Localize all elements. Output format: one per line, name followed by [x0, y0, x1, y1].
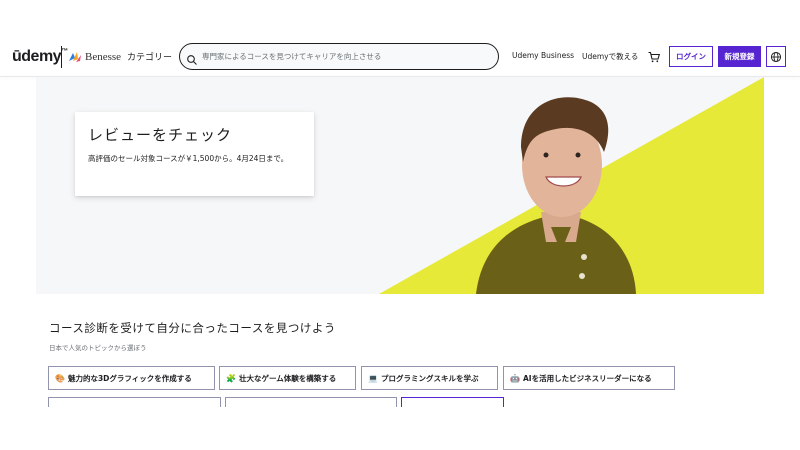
udemy-business-link[interactable]: Udemy Business [512, 51, 574, 60]
laptop-icon: 💻 [368, 373, 378, 383]
topic-chip-partial[interactable] [48, 397, 221, 407]
top-header: ūdemy™ Benesse カテゴリー Udemy Business Udem… [0, 38, 800, 76]
section-subtitle: 日本で人気のトピックから選ぼう [49, 344, 147, 352]
promo-title: レビューをチェック [88, 126, 233, 144]
search-icon [186, 51, 198, 65]
promo-text: 高評価のセール対象コースが￥1,500から。4月24日まで。 [88, 154, 289, 163]
palette-icon: 🎨 [55, 373, 65, 383]
topic-chip[interactable]: 🎨 魅力的な3Dグラフィックを作成する [48, 366, 215, 390]
benesse-mark-icon [69, 52, 81, 62]
globe-icon [770, 51, 782, 62]
promo-card: レビューをチェック 高評価のセール対象コースが￥1,500から。4月24日まで。 [75, 112, 314, 196]
topic-chip-partial[interactable] [401, 397, 504, 407]
logo-divider [61, 46, 62, 68]
category-menu[interactable]: カテゴリー [127, 50, 172, 63]
language-button[interactable] [766, 46, 786, 67]
search-bar[interactable] [179, 43, 499, 70]
puzzle-icon: 🧩 [226, 373, 236, 383]
search-input[interactable] [202, 52, 492, 61]
chip-label: 壮大なゲーム体験を構築する [238, 373, 337, 383]
benesse-logo[interactable]: Benesse [67, 48, 121, 66]
login-button[interactable]: ログイン [669, 46, 713, 67]
chip-label: AIを活用したビジネスリーダーになる [522, 373, 652, 383]
robot-icon: 🤖 [510, 373, 520, 383]
topic-chip-partial[interactable] [225, 397, 397, 407]
benesse-label: Benesse [85, 51, 122, 63]
signup-button[interactable]: 新規登録 [718, 46, 761, 67]
chip-label: 魅力的な3Dグラフィックを作成する [67, 373, 192, 383]
section-title: コース診断を受けて自分に合ったコースを見つけよう [49, 321, 336, 335]
chip-label: プログラミングスキルを学ぶ [380, 373, 479, 383]
topic-chip[interactable]: 🤖 AIを活用したビジネスリーダーになる [503, 366, 675, 390]
teach-link[interactable]: Udemyで教える [582, 51, 638, 62]
cart-icon[interactable] [647, 49, 661, 63]
udemy-logo[interactable]: ūdemy™ [12, 48, 68, 66]
topic-chip[interactable]: 🧩 壮大なゲーム体験を構築する [219, 366, 356, 390]
topic-chip[interactable]: 💻 プログラミングスキルを学ぶ [361, 366, 498, 390]
